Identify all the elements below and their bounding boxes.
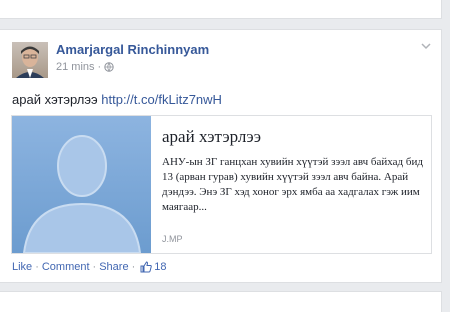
placeholder-person-image	[12, 116, 151, 253]
previous-post-card	[0, 0, 442, 19]
comment-button[interactable]: Comment	[42, 261, 90, 273]
shared-link-preview[interactable]: арай хэтэрлээ АНУ-ын ЗГ ганцхан хувийн х…	[11, 115, 432, 254]
like-count[interactable]: 18	[140, 261, 167, 273]
post-link[interactable]: http://t.co/fkLitz7nwH	[101, 92, 222, 107]
shared-link-domain: J.MP	[162, 234, 183, 244]
post-time[interactable]: 21 mins	[56, 61, 95, 73]
globe-icon[interactable]	[104, 62, 114, 72]
shared-link-description: АНУ-ын ЗГ ганцхан хувийн хүүтэй зээл авч…	[162, 156, 423, 213]
separator-dot: ·	[97, 61, 102, 73]
separator-dot: ·	[35, 261, 39, 273]
separator-dot: ·	[131, 261, 136, 273]
post-meta: 21 mins ·	[56, 61, 114, 73]
post-actions: Like · Comment · Share · 18	[12, 261, 167, 273]
share-button[interactable]: Share	[99, 261, 128, 273]
separator-dot: ·	[92, 261, 97, 273]
like-button[interactable]: Like	[12, 261, 32, 273]
post-text: арай хэтэрлээ http://t.co/fkLitz7nwH	[12, 92, 222, 107]
thumbs-up-icon	[140, 261, 153, 273]
chevron-down-icon[interactable]	[421, 42, 431, 53]
author-name[interactable]: Amarjargal Rinchinnyam	[56, 42, 209, 57]
next-post-card	[0, 291, 442, 312]
avatar[interactable]	[12, 42, 48, 78]
post-card: Amarjargal Rinchinnyam 21 mins · арай хэ…	[0, 29, 442, 283]
post-message: арай хэтэрлээ	[12, 92, 98, 107]
like-count-value: 18	[154, 261, 167, 273]
shared-link-title[interactable]: арай хэтэрлээ	[162, 127, 425, 147]
